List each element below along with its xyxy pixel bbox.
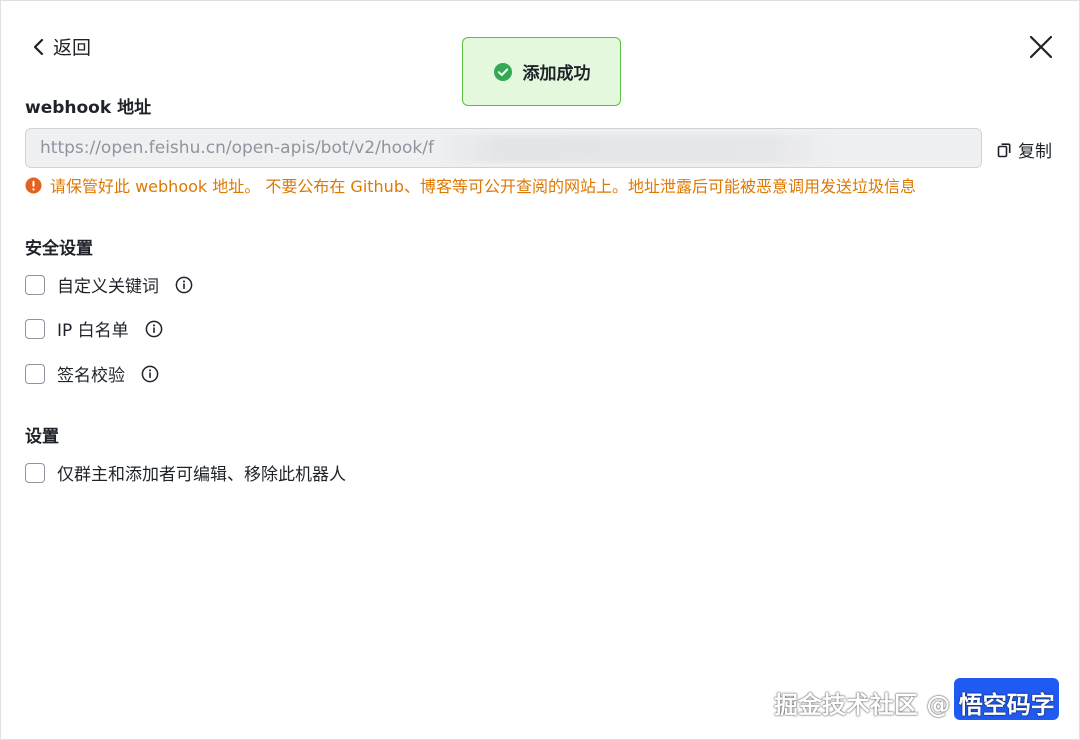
info-icon[interactable] (175, 276, 193, 294)
security-warning: 请保管好此 webhook 地址。 不要公布在 Github、博客等可公开查阅的… (25, 173, 916, 197)
signature-verify-label: 签名校验 (57, 366, 125, 386)
info-icon[interactable] (145, 320, 163, 338)
webhook-url-field[interactable]: https://open.feishu.cn/open-apis/bot/v2/… (25, 128, 982, 168)
watermark: 掘金技术社区 @ 悟空码字 (774, 691, 1055, 719)
webhook-title: webhook 地址 (25, 98, 152, 118)
info-icon[interactable] (141, 365, 159, 383)
custom-keyword-label: 自定义关键词 (57, 277, 159, 297)
copy-label: 复制 (1018, 142, 1052, 162)
back-button[interactable]: 返回 (31, 33, 91, 60)
webhook-url-value: https://open.feishu.cn/open-apis/bot/v2/… (40, 138, 434, 158)
back-label: 返回 (53, 37, 92, 59)
close-button[interactable] (1027, 33, 1055, 61)
copy-icon (997, 142, 1011, 157)
owner-only-edit-checkbox[interactable] (25, 462, 45, 483)
security-title: 安全设置 (25, 239, 93, 259)
close-icon (1029, 35, 1053, 59)
warning-text: 请保管好此 webhook 地址。 不要公布在 Github、博客等可公开查阅的… (50, 177, 916, 196)
option-ip-whitelist[interactable]: IP 白名单 (25, 316, 163, 341)
redacted-url-blur (438, 135, 833, 163)
option-custom-keyword[interactable]: 自定义关键词 (25, 272, 193, 297)
success-toast: 添加成功 (462, 37, 621, 106)
signature-verify-checkbox[interactable] (25, 363, 45, 384)
owner-only-edit-label: 仅群主和添加者可编辑、移除此机器人 (57, 465, 346, 485)
option-signature-verify[interactable]: 签名校验 (25, 361, 159, 386)
copy-button[interactable]: 复制 (996, 137, 1052, 162)
toast-message: 添加成功 (522, 64, 591, 84)
chevron-left-icon (33, 38, 44, 55)
option-owner-only-edit[interactable]: 仅群主和添加者可编辑、移除此机器人 (25, 460, 346, 485)
custom-keyword-checkbox[interactable] (25, 274, 45, 295)
settings-title: 设置 (25, 427, 59, 447)
webhook-dialog: 返回 添加成功 webhook 地址 https://open.feishu.c… (0, 0, 1080, 740)
warning-icon (25, 177, 42, 193)
check-circle-icon (493, 62, 512, 81)
ip-whitelist-label: IP 白名单 (57, 321, 129, 341)
ip-whitelist-checkbox[interactable] (25, 318, 45, 339)
